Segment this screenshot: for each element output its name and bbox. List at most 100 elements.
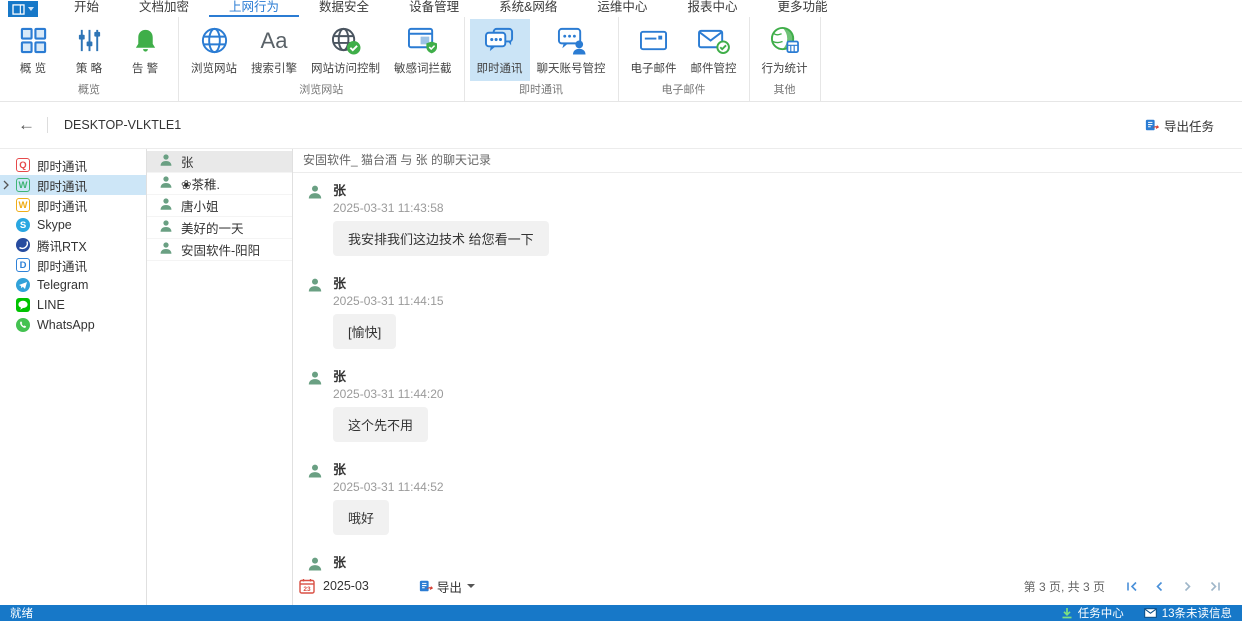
- sidebar-item-whatsapp[interactable]: WhatsApp: [0, 315, 146, 335]
- person-icon: [307, 555, 324, 573]
- behavior-statistics-button[interactable]: 行为统计: [755, 19, 815, 81]
- rtx-icon: [16, 238, 30, 252]
- tab-data-security[interactable]: 数据安全: [299, 0, 389, 17]
- message-timestamp: 2025-03-31 11:44:52: [333, 480, 444, 494]
- export-tasks-button[interactable]: 导出任务: [1145, 116, 1214, 135]
- export-icon: [1145, 118, 1159, 132]
- instant-messaging-button[interactable]: 即时通讯: [470, 19, 530, 81]
- message-sender: 张: [333, 276, 346, 291]
- divider: [47, 117, 48, 133]
- tab-more-features[interactable]: 更多功能: [757, 0, 847, 17]
- chat-bubbles-icon: [484, 24, 515, 57]
- message-bubble: 哦好: [333, 500, 389, 535]
- chevron-down-icon: [28, 7, 34, 11]
- first-page-button[interactable]: [1125, 580, 1138, 593]
- website-access-control-button[interactable]: 网站访问控制: [304, 19, 387, 81]
- alert-button[interactable]: 告 警: [117, 19, 173, 81]
- sidebar-item-wechat[interactable]: W 即时通讯: [0, 175, 146, 195]
- chat-person-icon: [556, 24, 587, 57]
- bell-icon: [132, 24, 159, 57]
- prev-page-button[interactable]: [1153, 580, 1166, 593]
- globe-icon: [200, 24, 229, 57]
- email-button[interactable]: 电子邮件: [624, 19, 684, 81]
- person-icon: [307, 369, 324, 442]
- contact-item[interactable]: ❀茶稚.: [147, 173, 292, 195]
- sliders-icon: [76, 24, 103, 57]
- sensitive-word-block-button[interactable]: 敏感词拦截: [387, 19, 459, 81]
- im-app-sidebar: Q 即时通讯 W 即时通讯 W 即时通讯 S Skype 腾讯RTX D: [0, 149, 147, 605]
- message-sender: 张: [333, 183, 346, 198]
- content-area: Q 即时通讯 W 即时通讯 W 即时通讯 S Skype 腾讯RTX D: [0, 149, 1242, 605]
- sidebar-item-wechat-work[interactable]: W 即时通讯: [0, 195, 146, 215]
- chat-message: 张 2025-03-31 11:44:52 哦好: [307, 462, 1242, 535]
- device-name: DESKTOP-VLKTLE1: [64, 118, 181, 132]
- message-timestamp: 2025-03-31 11:44:15: [333, 294, 444, 308]
- tab-system-network[interactable]: 系统&网络: [479, 0, 577, 17]
- group-label-overview: 概览: [2, 81, 176, 101]
- contact-item[interactable]: 唐小姐: [147, 195, 292, 217]
- ribbon-group-other: 行为统计 其他: [750, 17, 821, 101]
- export-button[interactable]: 导出: [419, 577, 475, 596]
- line-icon: [16, 298, 30, 312]
- chat-message: 张 2025-03-31 11:44:20 这个先不用: [307, 369, 1242, 442]
- qq-icon: Q: [16, 158, 30, 172]
- app-window: 开始 文档加密 上网行为 数据安全 设备管理 系统&网络 运维中心 报表中心 更…: [0, 0, 1242, 621]
- group-label-im: 即时通讯: [467, 81, 616, 101]
- contact-item[interactable]: 安固软件-阳阳: [147, 239, 292, 261]
- skype-icon: S: [16, 218, 30, 232]
- browse-website-button[interactable]: 浏览网站: [184, 19, 244, 81]
- task-center-button[interactable]: 任务中心: [1061, 605, 1124, 621]
- tab-ops-center[interactable]: 运维中心: [577, 0, 667, 17]
- sidebar-item-line[interactable]: LINE: [0, 295, 146, 315]
- sidebar-item-qq[interactable]: Q 即时通讯: [0, 155, 146, 175]
- message-bubble: 这个先不用: [333, 407, 428, 442]
- unread-messages-button[interactable]: 13条未读信息: [1144, 605, 1232, 621]
- person-icon: [159, 197, 173, 214]
- month-picker[interactable]: 2025-03: [323, 579, 369, 593]
- message-timestamp: 2025-03-31 11:44:20: [333, 387, 444, 401]
- chat-record-title: 安固软件_ 猫台酒 与 张 的聊天记录: [293, 149, 1242, 173]
- tab-internet-behavior[interactable]: 上网行为: [209, 0, 299, 17]
- group-label-email: 电子邮件: [621, 81, 747, 101]
- download-icon: [1061, 607, 1073, 619]
- next-page-button[interactable]: [1181, 580, 1194, 593]
- search-engine-button[interactable]: Aa 搜索引擎: [244, 19, 304, 81]
- overview-button[interactable]: 概 览: [5, 19, 61, 81]
- mail-control-button[interactable]: 邮件管控: [684, 19, 744, 81]
- ribbon-tab-bar: 开始 文档加密 上网行为 数据安全 设备管理 系统&网络 运维中心 报表中心 更…: [0, 0, 1242, 17]
- chat-account-control-button[interactable]: 聊天账号管控: [530, 19, 613, 81]
- contact-item-zhang[interactable]: 张: [147, 151, 292, 173]
- message-sender: 张: [333, 555, 346, 570]
- grid-icon: [19, 24, 48, 57]
- tab-start[interactable]: 开始: [54, 0, 119, 17]
- person-icon: [159, 241, 173, 258]
- back-button[interactable]: ←: [18, 115, 35, 135]
- last-page-button[interactable]: [1209, 580, 1222, 593]
- export-icon: [419, 579, 433, 593]
- app-menu-button[interactable]: [8, 1, 38, 17]
- tab-report-center[interactable]: 报表中心: [667, 0, 757, 17]
- sidebar-item-skype[interactable]: S Skype: [0, 215, 146, 235]
- wechat-work-icon: W: [16, 198, 30, 212]
- svg-text:23: 23: [303, 586, 311, 593]
- sidebar-item-dingtalk[interactable]: D 即时通讯: [0, 255, 146, 275]
- calendar-icon[interactable]: 23: [299, 578, 315, 594]
- contact-list: 张 ❀茶稚. 唐小姐 美好的一天 安固软件-阳阳: [147, 149, 293, 605]
- sidebar-item-rtx[interactable]: 腾讯RTX: [0, 235, 146, 255]
- status-bar: 就绪 任务中心 13条未读信息: [0, 605, 1242, 621]
- tab-device-management[interactable]: 设备管理: [389, 0, 479, 17]
- sidebar-item-telegram[interactable]: Telegram: [0, 275, 146, 295]
- message-timestamp: 2025-03-31 11:43:58: [333, 201, 444, 215]
- person-icon: [159, 175, 173, 192]
- policy-button[interactable]: 策 略: [61, 19, 117, 81]
- message-sender: 张: [333, 369, 346, 384]
- person-icon: [307, 276, 324, 349]
- pagination: [1125, 580, 1222, 593]
- contact-item[interactable]: 美好的一天: [147, 217, 292, 239]
- status-ready: 就绪: [10, 605, 33, 621]
- app-window-icon: [12, 4, 25, 15]
- tab-doc-encryption[interactable]: 文档加密: [119, 0, 209, 17]
- ribbon-group-overview: 概 览 策 略 告 警 概览: [0, 17, 179, 101]
- group-label-other: 其他: [752, 81, 818, 101]
- message-bubble: [愉快]: [333, 314, 396, 349]
